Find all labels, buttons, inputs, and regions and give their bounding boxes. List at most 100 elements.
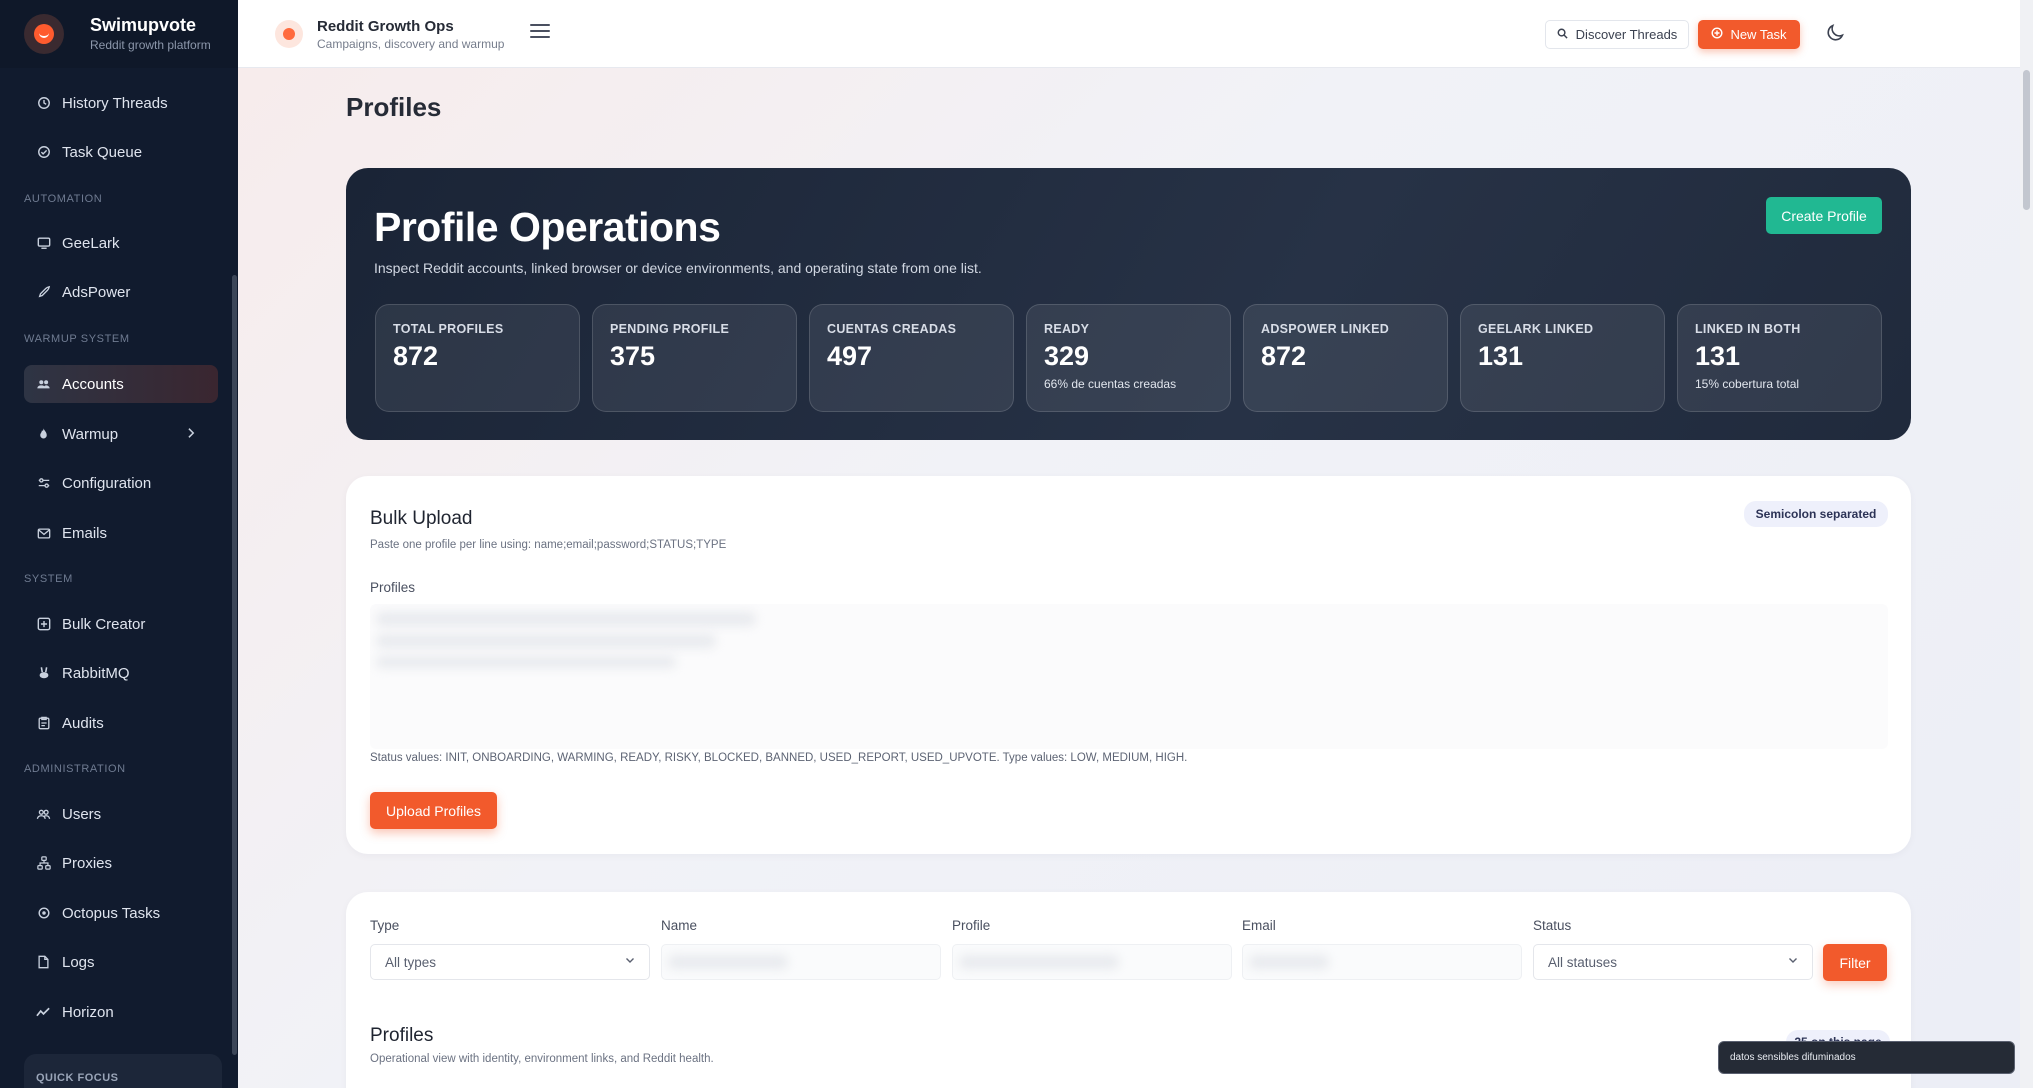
network-icon — [36, 856, 51, 871]
blurred-content — [668, 955, 788, 969]
profiles-section-title: Profiles — [370, 1025, 434, 1046]
sidebar-item-label: Warmup — [62, 425, 119, 443]
sidebar-item-octopus-tasks[interactable]: Octopus Tasks — [24, 894, 218, 932]
sidebar-item-label: History Threads — [62, 94, 168, 112]
upload-profiles-button[interactable]: Upload Profiles — [370, 792, 497, 829]
sidebar-item-horizon[interactable]: Horizon — [24, 993, 218, 1031]
profiles-field-label: Profiles — [370, 580, 416, 595]
blurred-content — [376, 656, 676, 668]
hero-title: Profile Operations — [374, 204, 721, 250]
hamburger-menu-icon[interactable] — [530, 24, 550, 40]
profile-input[interactable] — [952, 944, 1232, 980]
flame-icon — [36, 427, 51, 442]
sidebar-item-label: Users — [62, 805, 102, 823]
discover-threads-button[interactable]: Discover Threads — [1545, 20, 1689, 49]
profile-operations-hero: Profile Operations Inspect Reddit accoun… — [346, 168, 1911, 440]
sidebar-item-adspower[interactable]: AdsPower — [24, 273, 218, 311]
name-filter-label: Name — [661, 918, 698, 933]
sidebar-item-warmup[interactable]: Warmup — [24, 415, 218, 453]
blurred-content — [376, 612, 756, 626]
stat-value: 497 — [827, 341, 873, 371]
device-icon — [36, 236, 51, 251]
sidebar-item-geelark[interactable]: GeeLark — [24, 224, 218, 262]
plus-square-icon — [36, 617, 51, 632]
email-input[interactable] — [1242, 944, 1522, 980]
quick-focus-label: QUICK FOCUS — [36, 1072, 119, 1084]
stat-label: Total Profiles — [393, 322, 504, 336]
users-icon — [36, 807, 51, 822]
profiles-textarea[interactable] — [370, 604, 1888, 749]
brand-header[interactable]: Swimupvote Reddit growth platform — [0, 0, 238, 68]
sidebar-item-proxies[interactable]: Proxies — [24, 844, 218, 882]
status-filter-label: Status — [1533, 918, 1572, 933]
rocket-icon — [36, 285, 51, 300]
section-automation: Automation — [24, 193, 103, 205]
sidebar-scrollbar[interactable] — [232, 275, 237, 1055]
type-select[interactable]: All types — [370, 944, 650, 980]
sidebar-item-label: GeeLark — [62, 234, 120, 252]
moon-icon[interactable] — [1824, 22, 1848, 46]
plus-circle-icon — [1711, 27, 1723, 42]
search-icon — [1557, 27, 1568, 42]
page-scrollbar-thumb[interactable] — [2023, 70, 2030, 210]
type-filter-label: Type — [370, 918, 400, 933]
sidebar-item-label: Emails — [62, 524, 108, 542]
stat-total-profiles: Total Profiles 872 — [375, 304, 580, 412]
sidebar-item-accounts[interactable]: Accounts — [24, 365, 218, 403]
sidebar-item-bulk-creator[interactable]: Bulk Creator — [24, 605, 218, 643]
sliders-icon — [36, 476, 51, 491]
stat-label: GeeLark Linked — [1478, 322, 1594, 336]
stat-label: AdsPower Linked — [1261, 322, 1390, 336]
sidebar-item-users[interactable]: Users — [24, 795, 218, 833]
bulk-upload-card: Bulk Upload Paste one profile per line u… — [346, 476, 1911, 854]
sidebar-item-label: AdsPower — [62, 283, 131, 301]
blurred-content — [1249, 955, 1329, 969]
stat-value: 329 — [1044, 341, 1090, 371]
stat-value: 872 — [393, 341, 439, 371]
status-select-value: All statuses — [1548, 954, 1618, 970]
stat-cuentas-creadas: Cuentas Creadas 497 — [809, 304, 1014, 412]
app-logo-icon — [275, 20, 303, 48]
sidebar-item-rabbitmq[interactable]: RabbitMQ — [24, 654, 218, 692]
page-title: Profiles — [346, 92, 442, 122]
stat-ready: Ready 329 66% de cuentas creadas — [1026, 304, 1231, 412]
new-task-button[interactable]: New Task — [1698, 20, 1800, 49]
name-input[interactable] — [661, 944, 941, 980]
brand-name: Swimupvote — [90, 15, 197, 35]
quick-focus-panel[interactable]: QUICK FOCUS — [24, 1054, 222, 1088]
semicolon-badge: Semicolon separated — [1744, 501, 1888, 527]
sidebar-item-label: Proxies — [62, 854, 113, 872]
page-scrollbar[interactable] — [2020, 0, 2033, 1088]
stat-note: 66% de cuentas creadas — [1044, 377, 1177, 391]
status-select[interactable]: All statuses — [1533, 944, 1813, 980]
stat-value: 131 — [1478, 341, 1524, 371]
discover-threads-label: Discover Threads — [1575, 27, 1678, 42]
section-system: System — [24, 573, 73, 585]
email-filter-label: Email — [1242, 918, 1276, 933]
stat-value: 375 — [610, 341, 656, 371]
stat-value: 872 — [1261, 341, 1307, 371]
sensitive-data-toast: datos sensibles difuminados — [1718, 1041, 2015, 1074]
stat-label: Ready — [1044, 322, 1090, 336]
sidebar-item-label: RabbitMQ — [62, 664, 130, 682]
chevron-down-icon — [1788, 954, 1798, 968]
sidebar-item-emails[interactable]: Emails — [24, 514, 218, 552]
sidebar: Swimupvote Reddit growth platform Histor… — [0, 0, 238, 1088]
status-values-hint: Status values: INIT, ONBOARDING, WARMING… — [370, 752, 1188, 764]
sidebar-item-audits[interactable]: Audits — [24, 704, 218, 742]
sidebar-item-configuration[interactable]: Configuration — [24, 464, 218, 502]
sidebar-item-label: Task Queue — [62, 143, 143, 161]
topbar-subtitle: Campaigns, discovery and warmup — [317, 37, 505, 51]
filter-button[interactable]: Filter — [1823, 944, 1887, 981]
new-task-label: New Task — [1730, 27, 1787, 42]
topbar-title: Reddit Growth Ops — [317, 18, 454, 35]
sidebar-item-history-threads[interactable]: History Threads — [24, 84, 218, 122]
sidebar-item-logs[interactable]: Logs — [24, 943, 218, 981]
type-select-value: All types — [385, 954, 437, 970]
sidebar-item-label: Audits — [62, 714, 104, 732]
stat-label: Pending Profile — [610, 322, 730, 336]
create-profile-button[interactable]: Create Profile — [1766, 197, 1882, 234]
stat-adspower-linked: AdsPower Linked 872 — [1243, 304, 1448, 412]
rabbit-icon — [36, 666, 51, 681]
sidebar-item-task-queue[interactable]: Task Queue — [24, 133, 218, 171]
